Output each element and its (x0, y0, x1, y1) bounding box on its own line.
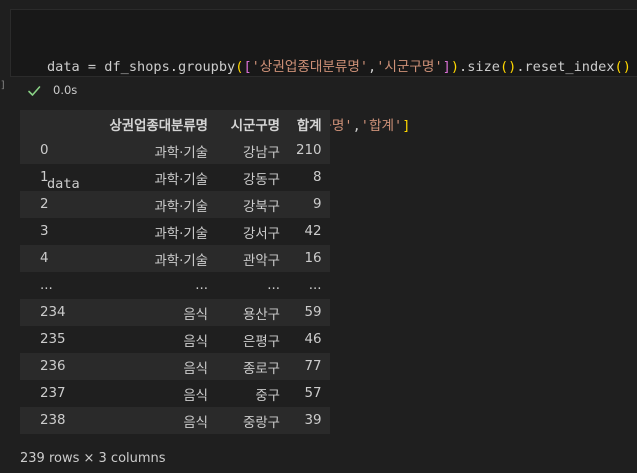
code-token: ) (450, 59, 460, 75)
table-row: 234 음식 용산구 59 (20, 299, 330, 326)
table-row: 237 음식 중구 57 (20, 380, 330, 407)
code-token: , (352, 117, 361, 134)
cell-total: 59 (304, 305, 322, 320)
cell-category: ... (195, 278, 208, 293)
row-index: 237 (40, 386, 66, 401)
cell-total: 9 (313, 197, 322, 212)
code-token: data = df_shops.groupby (47, 59, 236, 75)
code-cell-editor[interactable]: data = df_shops.groupby(['상권업종대분류명','시군구… (10, 9, 637, 192)
row-index: ... (40, 278, 53, 293)
cell-district: 관악구 (243, 253, 280, 269)
cell-total: 46 (304, 332, 322, 347)
table-row: 2 과학·기술 강북구 9 (20, 191, 330, 218)
cell-district: 은평구 (243, 334, 280, 350)
cell-total: 77 (304, 359, 322, 374)
cell-total: 210 (296, 143, 322, 158)
cell-category: 음식 (183, 334, 208, 350)
notebook-view: data = df_shops.groupby(['상권업종대분류명','시군구… (0, 0, 637, 473)
cell-district: 용산구 (243, 307, 280, 323)
check-icon (27, 83, 41, 97)
index-header (20, 110, 84, 137)
column-header-district: 시군구명 (230, 118, 280, 134)
code-token: , (368, 59, 377, 75)
table-row: 235 음식 은평구 46 (20, 326, 330, 353)
table-row: 1 과학·기술 강동구 8 (20, 164, 330, 191)
code-token: '시군구명' (376, 59, 443, 75)
cell-total: 57 (304, 386, 322, 401)
cell-category: 과학·기술 (154, 199, 208, 215)
code-token: [ (243, 59, 252, 75)
row-index: 238 (40, 413, 66, 428)
row-index: 3 (40, 224, 49, 239)
cell-category: 음식 (183, 307, 208, 323)
execution-time: 0.0s (53, 83, 78, 97)
table-header-row: 상권업종대분류명 시군구명 합계 (20, 110, 330, 137)
table-row-ellipsis: ... ... ... ... (20, 272, 330, 299)
cell-district: 중랑구 (243, 415, 280, 431)
row-index: 234 (40, 305, 66, 320)
cell-category: 음식 (183, 361, 208, 377)
cell-total: 16 (304, 251, 322, 266)
cell-district: 강동구 (243, 172, 280, 188)
row-index: 4 (40, 251, 49, 266)
table-row: 238 음식 중랑구 39 (20, 407, 330, 434)
dataframe-shape-label: 239 rows × 3 columns (20, 451, 166, 466)
cell-category: 음식 (183, 388, 208, 404)
code-token: () (499, 59, 517, 75)
code-token: .size (459, 59, 500, 75)
cell-total: 8 (313, 170, 322, 185)
code-token: '상권업종대분류명' (251, 59, 369, 75)
table-row: 0 과학·기술 강남구 210 (20, 137, 330, 164)
table-row: 236 음식 종로구 77 (20, 353, 330, 380)
code-token: .reset_index (516, 59, 615, 75)
cell-district: 중구 (255, 388, 280, 404)
code-line-1: data = df_shops.groupby(['상권업종대분류명','시군구… (47, 58, 631, 78)
dataframe-output: 상권업종대분류명 시군구명 합계 0 과학·기술 강남구 210 1 과학·기술… (20, 110, 330, 434)
code-token: ] (442, 59, 451, 75)
cell-district: 강북구 (243, 199, 280, 215)
cell-district: 종로구 (243, 361, 280, 377)
code-token: () (614, 59, 631, 75)
column-header-total: 합계 (296, 118, 322, 134)
cell-category: 과학·기술 (154, 253, 208, 269)
row-index: 236 (40, 359, 66, 374)
cell-district: 강남구 (243, 145, 280, 161)
table-row: 4 과학·기술 관악구 16 (20, 245, 330, 272)
cell-total: ... (308, 278, 322, 293)
cell-gutter-marker: ] (0, 80, 7, 91)
cell-district: 강서구 (243, 226, 280, 242)
cell-category: 음식 (183, 415, 208, 431)
cell-category: 과학·기술 (154, 226, 208, 242)
table-row: 3 과학·기술 강서구 42 (20, 218, 330, 245)
column-header-category: 상권업종대분류명 (109, 118, 208, 134)
execution-status: 0.0s (27, 82, 77, 98)
row-index: 0 (40, 143, 49, 158)
cell-category: 과학·기술 (154, 145, 208, 161)
code-token: ] (402, 117, 411, 134)
cell-category: 과학·기술 (154, 172, 208, 188)
cell-total: 42 (304, 224, 322, 239)
row-index: 1 (40, 170, 49, 185)
row-index: 235 (40, 332, 66, 347)
code-token: '합계' (360, 117, 403, 134)
cell-district: ... (267, 278, 280, 293)
cell-total: 39 (304, 413, 322, 428)
row-index: 2 (40, 197, 49, 212)
